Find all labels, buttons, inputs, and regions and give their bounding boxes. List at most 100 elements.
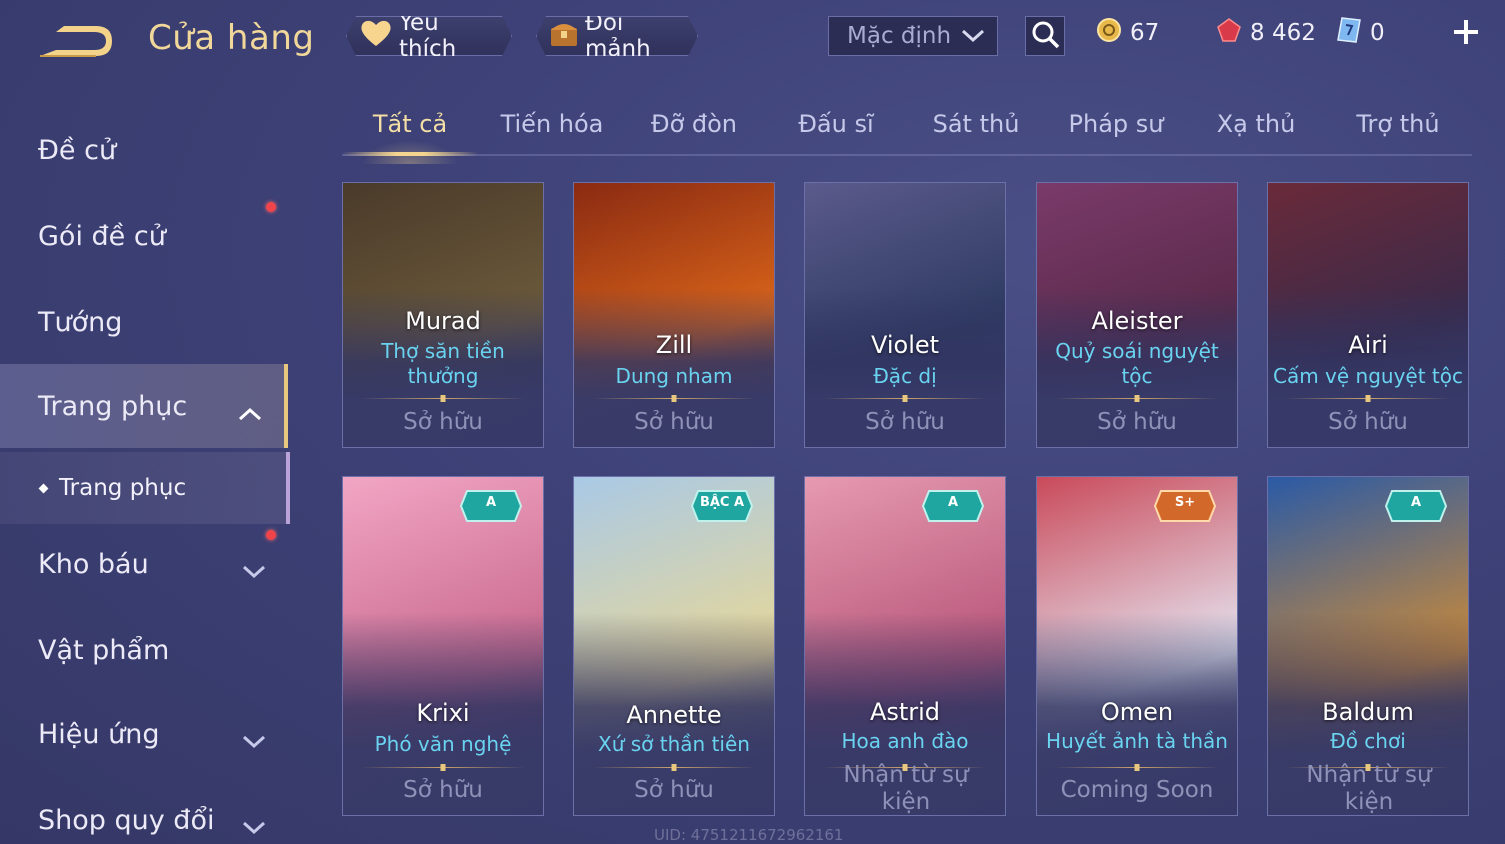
card-shade [1268, 183, 1468, 447]
notification-dot [266, 202, 276, 212]
sidebar-item-heroes[interactable]: Tướng [0, 280, 288, 364]
tab-all[interactable]: Tất cả [342, 110, 478, 164]
ownership-status: Nhận từ sự kiện [1306, 762, 1432, 815]
tab-label: Tất cả [372, 110, 448, 138]
card-shade [574, 183, 774, 447]
search-icon [1030, 19, 1060, 53]
exchange-shard-button[interactable]: Đổi mảnh [536, 16, 698, 56]
ruby-amount: 8 462 [1250, 20, 1316, 46]
tab-support[interactable]: Trợ thủ [1330, 110, 1466, 154]
ownership-status: Sở hữu [1328, 409, 1408, 435]
sidebar-item-items[interactable]: Vật phẩm [0, 608, 288, 692]
sidebar-item-label: Kho báu [38, 548, 149, 580]
sidebar-item-label: Shop quy đổi [38, 804, 215, 836]
voucher-amount: 0 [1370, 20, 1385, 46]
skin-name: Cấm vệ nguyệt tộc [1272, 364, 1464, 388]
plus-icon[interactable] [1450, 16, 1482, 48]
skin-card-zill[interactable]: Zill Dung nham Sở hữu [573, 182, 775, 448]
sidebar-item-label: Hiệu ứng [38, 718, 160, 750]
card-divider [1055, 398, 1219, 399]
ruby-gem-icon [1216, 17, 1242, 49]
sort-dropdown[interactable]: Mặc định [828, 16, 998, 56]
ownership-status: Sở hữu [1097, 409, 1177, 435]
back-arrow-icon[interactable] [36, 20, 116, 62]
skin-name: Đồ chơi [1330, 729, 1406, 753]
skin-name: Thợ săn tiền thưởng [381, 339, 505, 388]
ownership-status: Sở hữu [403, 409, 483, 435]
treasure-chest-icon [549, 18, 579, 54]
card-divider [592, 767, 756, 768]
skin-card-murad[interactable]: Murad Thợ săn tiền thưởng Sở hữu [342, 182, 544, 448]
sidebar-item-treasure[interactable]: Kho báu [0, 522, 288, 606]
tab-label: Pháp sư [1068, 110, 1164, 138]
skin-card-airi[interactable]: Airi Cấm vệ nguyệt tộc Sở hữu [1267, 182, 1469, 448]
availability-status: Coming Soon [1060, 777, 1214, 803]
heart-icon [359, 18, 393, 54]
hero-name: Astrid [869, 698, 941, 726]
ownership-status: Sở hữu [403, 777, 483, 803]
tab-fighter[interactable]: Đấu sĩ [768, 110, 904, 154]
hero-name: Baldum [1322, 698, 1414, 726]
skin-card-aleister[interactable]: Aleister Quỷ soái nguyệt tộc Sở hữu [1036, 182, 1238, 448]
tab-assassin[interactable]: Sát thủ [908, 110, 1044, 154]
voucher-card-icon [1336, 16, 1362, 50]
skin-card-omen[interactable]: S+ Omen Huyết ảnh tà thần Coming Soon [1036, 476, 1238, 816]
skin-card-krixi[interactable]: A Krixi Phó văn nghệ Sở hữu [342, 476, 544, 816]
skin-card-baldum[interactable]: A Baldum Đồ chơi Nhận từ sự kiện [1267, 476, 1469, 816]
gold-amount: 67 [1130, 20, 1160, 46]
favorite-button[interactable]: Yêu thích [346, 16, 512, 56]
ruby-currency: 8 462 [1216, 16, 1316, 50]
tab-active-underline [342, 152, 478, 156]
chevron-down-icon [961, 23, 985, 49]
tier-badge-label: S+ [1174, 495, 1196, 510]
card-divider [361, 767, 525, 768]
sidebar-item-recommended-packs[interactable]: Gói đề cử [0, 194, 288, 278]
sidebar-item-skins[interactable]: Trang phục [0, 364, 288, 448]
card-divider [1286, 398, 1450, 399]
skin-card-violet[interactable]: Violet Đặc dị Sở hữu [804, 182, 1006, 448]
skin-name: Phó văn nghệ [374, 732, 512, 756]
hero-name: Annette [626, 701, 722, 729]
skin-name: Hoa anh đào [841, 729, 969, 753]
ownership-status: Sở hữu [634, 777, 714, 803]
hero-name: Airi [1348, 331, 1388, 359]
notification-dot [266, 530, 276, 540]
gold-currency: 67 [1096, 16, 1159, 50]
tab-label: Xạ thủ [1216, 110, 1296, 138]
ownership-status: Sở hữu [865, 409, 945, 435]
sidebar-item-label: Gói đề cử [38, 220, 166, 252]
ownership-status: Nhận từ sự kiện [843, 762, 969, 815]
chevron-down-icon [242, 726, 266, 749]
tier-badge-label: A [1410, 495, 1422, 510]
skin-name: Xứ sở thần tiên [598, 732, 750, 756]
tab-mage[interactable]: Pháp sư [1048, 110, 1184, 154]
uid-watermark: UID: 4751211672962161 [654, 826, 844, 844]
card-divider [1055, 767, 1219, 768]
skin-name: Quỷ soái nguyệt tộc [1055, 339, 1219, 388]
skin-name: Đặc dị [873, 364, 937, 388]
sort-value: Mặc định [847, 23, 952, 49]
tab-evolution[interactable]: Tiến hóa [484, 110, 620, 154]
tab-label: Sát thủ [932, 110, 1020, 138]
hero-name: Krixi [416, 699, 470, 727]
sidebar-item-effects[interactable]: Hiệu ứng [0, 692, 288, 776]
search-button[interactable] [1025, 16, 1065, 56]
skin-card-astrid[interactable]: A Astrid Hoa anh đào Nhận từ sự kiện [804, 476, 1006, 816]
skin-card-annette[interactable]: BẬC A Annette Xứ sở thần tiên Sở hữu [573, 476, 775, 816]
sidebar-subitem-skins[interactable]: Trang phục [0, 452, 290, 524]
tab-marksman[interactable]: Xạ thủ [1188, 110, 1324, 154]
tab-tank[interactable]: Đỡ đòn [626, 110, 762, 154]
sidebar-item-label: Đề cử [38, 134, 117, 166]
tier-badge-label: BẬC A [699, 495, 745, 510]
card-shade [805, 183, 1005, 447]
hero-name: Violet [870, 331, 940, 359]
ownership-status: Sở hữu [634, 409, 714, 435]
chevron-up-icon [238, 398, 262, 421]
favorite-label: Yêu thích [399, 10, 457, 62]
sidebar-item-exchange-shop[interactable]: Shop quy đổi [0, 778, 288, 844]
diamond-bullet-icon [38, 483, 49, 493]
gold-coin-icon [1096, 17, 1122, 49]
sidebar-item-recommended[interactable]: Đề cử [0, 108, 288, 192]
chevron-down-icon [242, 812, 266, 835]
card-divider [823, 398, 987, 399]
